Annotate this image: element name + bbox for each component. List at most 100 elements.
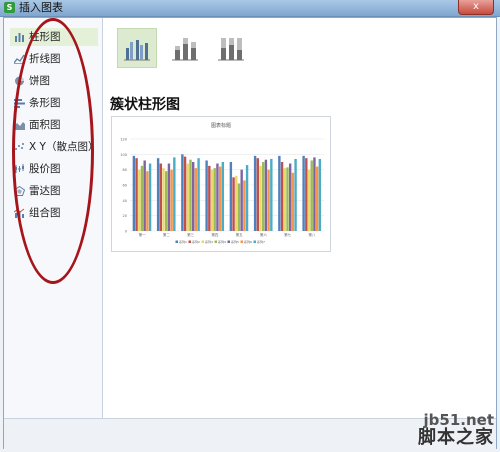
y-tick-label: 100 — [120, 153, 127, 157]
x-tick-label: 第六 — [260, 232, 268, 237]
preview-chart: 图表标题 120 100 80 60 40 20 0 第一 第二 第三 第四 第五 第六 第七 第八 系列1… — [120, 122, 324, 244]
x-tick-label: 第一 — [139, 232, 146, 237]
sidebar-item-label: 组合图 — [29, 207, 61, 219]
chart-preview: 图表标题 120 100 80 60 40 20 0 第一 第二 第三 第四 第五 第六 第七 第八 系列1… — [111, 116, 331, 252]
legend-swatch — [227, 240, 230, 243]
bar — [181, 154, 184, 231]
sidebar-item-bar[interactable]: 条形图 — [10, 94, 98, 112]
bar — [218, 166, 222, 231]
sidebar-item-label: 饼图 — [29, 75, 50, 87]
bar — [229, 162, 233, 231]
bar — [159, 163, 163, 231]
x-tick-label: 第四 — [211, 232, 218, 237]
chart-type-sidebar: 柱形图 折线图 饼图 条形图 面积图 X Y（散点图） 股价图 雷达图 组合图 — [4, 18, 103, 418]
legend-label: 系列6 — [244, 239, 252, 244]
bar — [213, 168, 216, 231]
watermark-name: 脚本之家 — [418, 427, 494, 449]
x-tick-label: 第二 — [163, 232, 170, 237]
sidebar-item-area[interactable]: 面积图 — [10, 116, 98, 134]
bar — [197, 158, 200, 231]
bar — [259, 165, 262, 231]
y-tick-label: 0 — [125, 230, 127, 234]
legend-label: 系列2 — [192, 239, 200, 244]
bar — [235, 175, 238, 231]
x-tick-label: 第八 — [308, 232, 316, 237]
legend-swatch — [214, 240, 217, 243]
bar — [232, 177, 235, 231]
sidebar-item-line[interactable]: 折线图 — [10, 50, 98, 68]
sidebar-item-label: 柱形图 — [29, 31, 61, 43]
y-tick-label: 40 — [123, 199, 127, 203]
bar — [237, 183, 241, 231]
bar — [256, 158, 260, 231]
bar — [310, 160, 313, 231]
title-bar: S 插入图表 x — [0, 0, 500, 17]
chart-subtype-panel: 簇状柱形图 图表标题 120 100 80 60 40 20 0 第一 第二 第三 第四 第五 第六 第七… — [103, 18, 496, 418]
subtype-percent-stacked-column[interactable] — [211, 28, 251, 68]
bar — [286, 167, 289, 231]
legend-label: 系列3 — [205, 239, 213, 244]
bar — [146, 171, 149, 231]
legend-swatch — [175, 240, 178, 243]
legend-label: 系列5 — [231, 239, 239, 244]
bar — [143, 160, 146, 231]
bar — [315, 166, 319, 231]
sidebar-item-combo[interactable]: 组合图 — [10, 204, 98, 222]
sidebar-item-pie[interactable]: 饼图 — [10, 72, 98, 90]
app-icon: S — [4, 2, 15, 13]
legend-label: 系列4 — [218, 239, 226, 244]
legend-swatch — [201, 240, 204, 243]
clustered-column-icon — [124, 40, 150, 61]
bar — [305, 158, 308, 231]
sidebar-item-label: 折线图 — [29, 53, 61, 65]
bar — [186, 163, 189, 231]
bar — [165, 171, 168, 231]
bar — [132, 155, 136, 231]
bar — [135, 158, 138, 231]
y-tick-label: 60 — [123, 184, 127, 188]
sidebar-item-scatter[interactable]: X Y（散点图） — [10, 138, 98, 156]
legend-label: 系列7 — [257, 239, 265, 244]
radar-chart-icon — [14, 186, 25, 196]
stock-chart-icon — [15, 164, 24, 173]
combo-chart-icon — [14, 208, 25, 218]
legend-swatch — [240, 240, 243, 243]
bar — [208, 165, 211, 231]
sidebar-item-stock[interactable]: 股价图 — [10, 160, 98, 178]
bar — [280, 162, 284, 231]
bar — [156, 158, 160, 231]
insert-chart-dialog: 柱形图 折线图 饼图 条形图 面积图 X Y（散点图） 股价图 雷达图 组合图 … — [3, 17, 497, 449]
bar — [140, 165, 144, 231]
y-tick-label: 80 — [123, 168, 127, 172]
bar — [264, 159, 268, 231]
close-button[interactable]: x — [458, 0, 494, 15]
bar — [189, 159, 192, 231]
x-tick-label: 第七 — [284, 232, 292, 237]
y-tick-label: 120 — [120, 138, 127, 142]
bar — [210, 169, 214, 231]
bar — [183, 156, 187, 231]
bar — [283, 168, 286, 231]
bar — [318, 158, 322, 231]
x-tick-label: 第五 — [236, 232, 243, 237]
sidebar-item-label: 面积图 — [29, 119, 61, 131]
subtype-clustered-column[interactable] — [117, 28, 157, 68]
bar — [270, 158, 273, 231]
subtype-stacked-column[interactable] — [165, 28, 205, 68]
bar — [194, 168, 198, 231]
sidebar-item-radar[interactable]: 雷达图 — [10, 182, 98, 200]
x-tick-label: 第三 — [187, 232, 194, 237]
stacked-column-icon — [172, 38, 198, 61]
bar — [191, 162, 195, 231]
bar — [173, 157, 176, 231]
sidebar-item-label: X Y（散点图） — [29, 141, 99, 153]
scatter-chart-icon — [15, 143, 24, 150]
bar-chart-icon — [14, 99, 25, 108]
bar — [278, 155, 281, 231]
sidebar-item-column[interactable]: 柱形图 — [10, 28, 98, 46]
bar — [243, 180, 246, 231]
subtype-heading: 簇状柱形图 — [110, 97, 180, 113]
line-chart-icon — [14, 54, 25, 64]
bar — [240, 169, 243, 231]
bar — [245, 165, 249, 231]
